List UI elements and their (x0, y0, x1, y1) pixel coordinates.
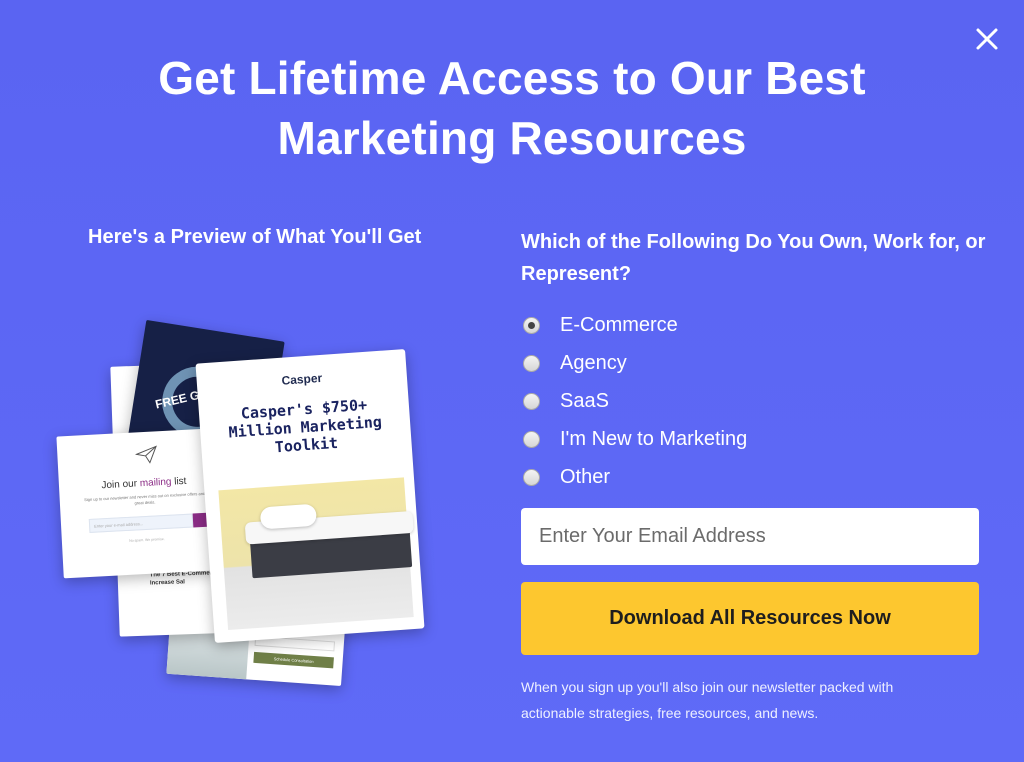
headline-line-1: Get Lifetime Access to Our Best (158, 52, 866, 104)
mailing-title-highlight: mailing (139, 476, 172, 490)
option-other[interactable]: Other (521, 458, 981, 496)
option-label: Other (560, 465, 611, 488)
mattress-photo (218, 477, 414, 631)
casper-toolkit-preview-card: Casper Casper's $750+ Million Marketing … (195, 349, 425, 643)
download-all-resources-button[interactable]: Download All Resources Now (521, 582, 979, 655)
radio-button[interactable] (523, 468, 540, 486)
radio-button[interactable] (523, 316, 540, 334)
email-input[interactable] (521, 508, 979, 565)
mailing-subtitle: Sign up to our newsletter and never miss… (84, 490, 206, 506)
mailing-input-preview: Enter your e-mail address... (88, 513, 194, 533)
business-type-options: E-Commerce Agency SaaS I'm New to Market… (521, 306, 981, 496)
headline-line-2: Marketing Resources (277, 112, 747, 164)
radio-button[interactable] (523, 392, 540, 410)
option-label: Agency (560, 351, 627, 374)
casper-logo: Casper (281, 370, 323, 388)
paper-plane-icon (135, 445, 157, 464)
option-label: SaaS (560, 389, 609, 412)
newsletter-disclaimer: When you sign up you'll also join our ne… (521, 679, 894, 721)
preview-heading: Here's a Preview of What You'll Get (88, 226, 422, 248)
option-new-to-marketing[interactable]: I'm New to Marketing (521, 420, 981, 458)
radio-button[interactable] (523, 354, 540, 372)
pillow (259, 503, 318, 530)
mailing-title-prefix: Join our (101, 478, 141, 492)
radio-button[interactable] (523, 430, 540, 448)
option-ecommerce[interactable]: E-Commerce (521, 306, 981, 344)
option-label: E-Commerce (560, 313, 678, 336)
mailing-note: No spam. We promise. (129, 537, 165, 543)
schedule-consultation-preview: Schedule Consultation (253, 651, 334, 669)
option-saas[interactable]: SaaS (521, 382, 981, 420)
modal-headline: Get Lifetime Access to Our Best Marketin… (0, 48, 1024, 168)
option-agency[interactable]: Agency (521, 344, 981, 382)
resources-preview-collage: Schedule Consultation SWIFTLY The 7 Best… (55, 319, 445, 700)
business-type-question: Which of the Following Do You Own, Work … (521, 231, 986, 285)
mailing-title-suffix: list (171, 475, 187, 488)
casper-toolkit-title: Casper's $750+ Million Marketing Toolkit (227, 395, 383, 457)
option-label: I'm New to Marketing (560, 427, 748, 450)
